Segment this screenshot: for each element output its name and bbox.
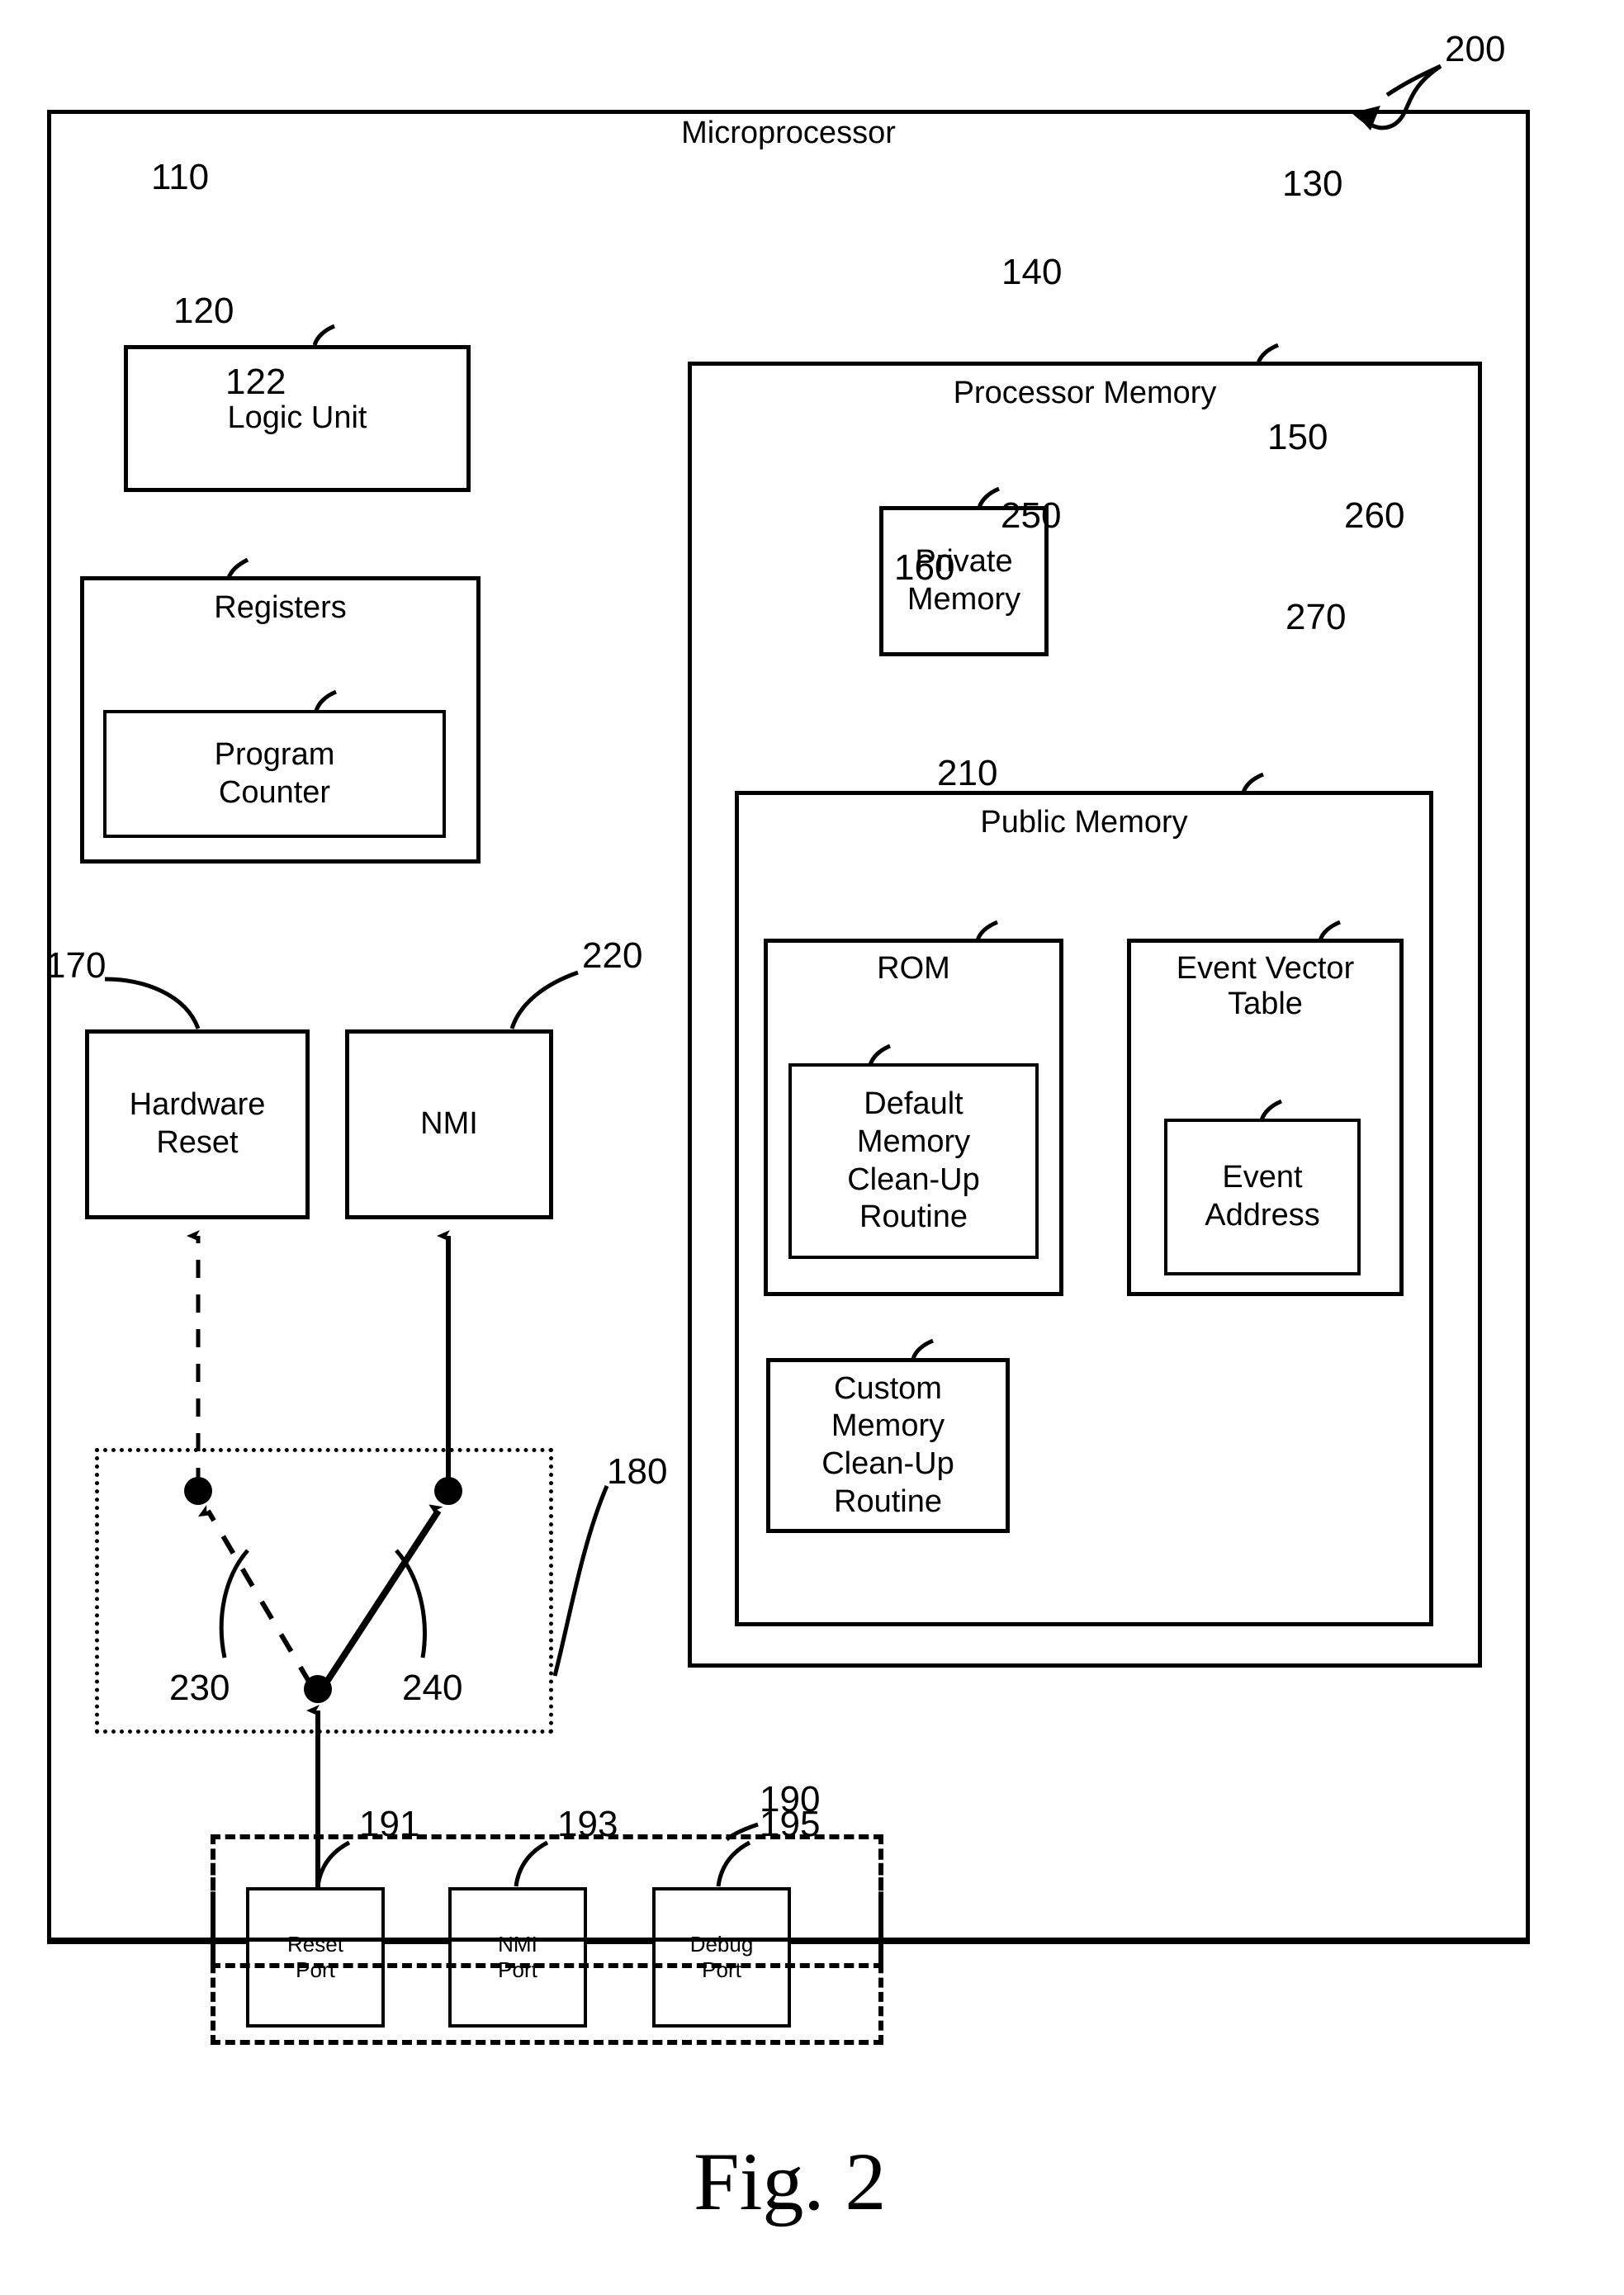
ref-150: 150	[1267, 417, 1328, 457]
ref-110: 110	[151, 157, 210, 197]
nmi-label: NMI	[420, 1106, 478, 1142]
ref-130: 130	[1282, 163, 1343, 204]
default-cleanup-routine-label: Default Memory Clean-Up Routine	[847, 1086, 980, 1235]
event-address-label: Event Address	[1205, 1160, 1320, 1233]
patent-figure-page: Microprocessor Logic Unit Registers Prog…	[0, 0, 1624, 2295]
ref-260: 260	[1344, 495, 1405, 536]
program-counter-label: Program Counter	[214, 736, 335, 810]
registers-label: Registers	[214, 590, 347, 625]
ref-230: 230	[169, 1668, 230, 1708]
ref-191: 191	[359, 1804, 420, 1844]
ref-220: 220	[582, 935, 643, 976]
logic-unit-label: Logic Unit	[227, 400, 367, 436]
ref-140: 140	[1001, 252, 1063, 292]
signal-router-box	[95, 1448, 553, 1734]
ref-170: 170	[45, 945, 107, 986]
rom-label: ROM	[877, 951, 950, 986]
ref-120: 120	[173, 291, 234, 331]
ref-195: 195	[760, 1804, 821, 1844]
ref-122: 122	[225, 362, 286, 402]
ref-160: 160	[894, 547, 955, 588]
microprocessor-title: Microprocessor	[681, 116, 896, 150]
ref-240: 240	[402, 1668, 463, 1708]
ref-210: 210	[937, 753, 998, 793]
ref-250: 250	[1001, 495, 1062, 536]
custom-cleanup-routine-label: Custom Memory Clean-Up Routine	[821, 1370, 954, 1519]
figure-caption: Fig. 2	[694, 2136, 887, 2227]
debug-port-label: Debug Port	[689, 1931, 754, 1982]
ref-270: 270	[1285, 597, 1347, 637]
hardware-reset-label: Hardware Reset	[129, 1087, 266, 1160]
nmi-port-label: NMI Port	[498, 1931, 537, 1982]
ref-200: 200	[1445, 29, 1506, 69]
ref-193: 193	[557, 1804, 618, 1844]
public-memory-label: Public Memory	[980, 805, 1188, 840]
event-vector-table-label: Event Vector Table	[1176, 951, 1355, 1021]
processor-memory-label: Processor Memory	[953, 376, 1217, 410]
ref-180: 180	[607, 1451, 668, 1492]
reset-port-label: Reset Port	[287, 1931, 343, 1982]
